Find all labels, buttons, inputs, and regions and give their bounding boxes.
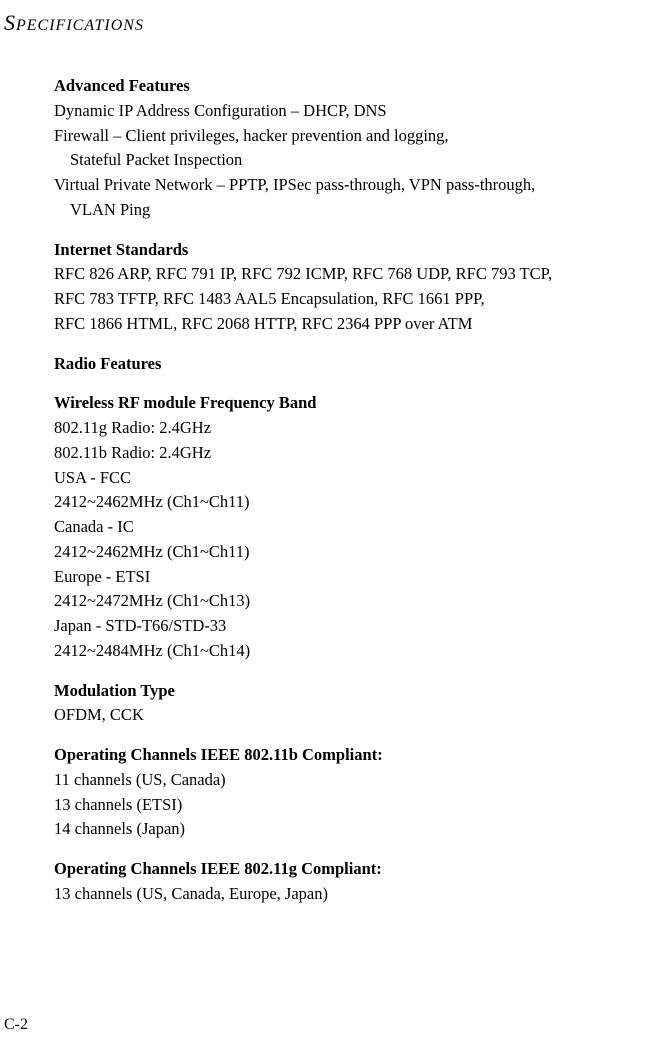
advanced-features-line3: Stateful Packet Inspection (54, 148, 638, 173)
wireless-rf-line3: USA - FCC (54, 466, 638, 491)
wireless-rf-line9: Japan - STD-T66/STD-33 (54, 614, 638, 639)
internet-standards-heading: Internet Standards (54, 238, 638, 263)
radio-features-heading: Radio Features (54, 352, 638, 377)
advanced-features-line1: Dynamic IP Address Configuration – DHCP,… (54, 99, 638, 124)
internet-standards-line3: RFC 1866 HTML, RFC 2068 HTTP, RFC 2364 P… (54, 312, 638, 337)
wireless-rf-line7: Europe - ETSI (54, 565, 638, 590)
operating-channels-b-heading: Operating Channels IEEE 802.11b Complian… (54, 743, 638, 768)
operating-channels-b-line2: 13 channels (ETSI) (54, 793, 638, 818)
wireless-rf-heading: Wireless RF module Frequency Band (54, 391, 638, 416)
wireless-rf-line4: 2412~2462MHz (Ch1~Ch11) (54, 490, 638, 515)
page-number: C-2 (4, 1016, 28, 1034)
wireless-rf-line10: 2412~2484MHz (Ch1~Ch14) (54, 639, 638, 664)
wireless-rf-line6: 2412~2462MHz (Ch1~Ch11) (54, 540, 638, 565)
advanced-features-line4: Virtual Private Network – PPTP, IPSec pa… (54, 173, 638, 198)
header-text: PECIFICATIONS (16, 17, 144, 34)
wireless-rf-line8: 2412~2472MHz (Ch1~Ch13) (54, 589, 638, 614)
operating-channels-b-line3: 14 channels (Japan) (54, 817, 638, 842)
internet-standards-line2: RFC 783 TFTP, RFC 1483 AAL5 Encapsulatio… (54, 287, 638, 312)
operating-channels-g-line1: 13 channels (US, Canada, Europe, Japan) (54, 882, 638, 907)
advanced-features-line2: Firewall – Client privileges, hacker pre… (54, 124, 638, 149)
wireless-rf-line5: Canada - IC (54, 515, 638, 540)
header-first-letter: S (4, 10, 16, 35)
advanced-features-heading: Advanced Features (54, 74, 638, 99)
operating-channels-g-heading: Operating Channels IEEE 802.11g Complian… (54, 857, 638, 882)
wireless-rf-line1: 802.11g Radio: 2.4GHz (54, 416, 638, 441)
page-content: Advanced Features Dynamic IP Address Con… (0, 36, 650, 907)
wireless-rf-line2: 802.11b Radio: 2.4GHz (54, 441, 638, 466)
advanced-features-line5: VLAN Ping (54, 198, 638, 223)
internet-standards-line1: RFC 826 ARP, RFC 791 IP, RFC 792 ICMP, R… (54, 262, 638, 287)
page-header: SPECIFICATIONS (0, 0, 650, 36)
modulation-type-line1: OFDM, CCK (54, 703, 638, 728)
operating-channels-b-line1: 11 channels (US, Canada) (54, 768, 638, 793)
modulation-type-heading: Modulation Type (54, 679, 638, 704)
